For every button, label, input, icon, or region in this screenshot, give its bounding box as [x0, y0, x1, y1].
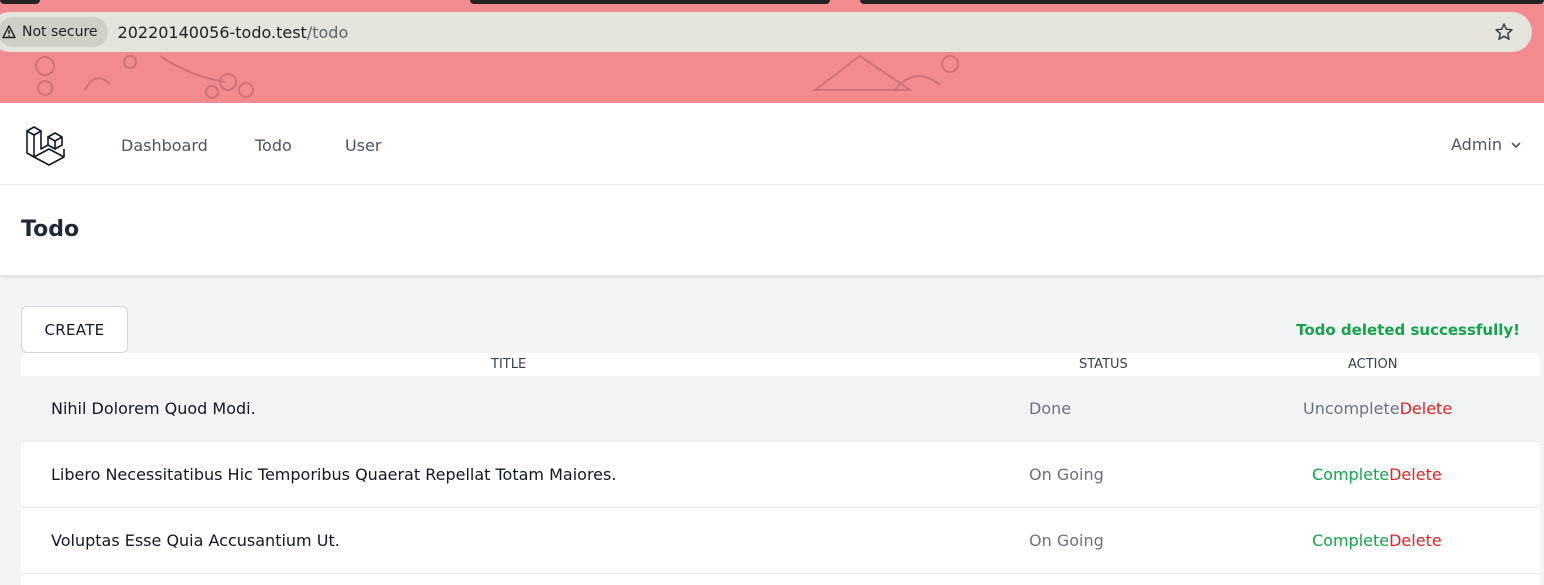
- url-host: 20220140056-todo.test: [117, 22, 307, 42]
- nav-link-dashboard[interactable]: Dashboard: [121, 136, 208, 155]
- address-bar[interactable]: Not secure 20220140056-todo.test/todo: [0, 12, 1532, 52]
- flash-success-message: Todo deleted successfully!: [1296, 321, 1520, 339]
- page-header: Todo: [0, 185, 1544, 276]
- create-button[interactable]: CREATE: [21, 306, 128, 353]
- delete-button[interactable]: Delete: [1400, 399, 1453, 418]
- todo-status: Done: [1029, 399, 1072, 418]
- tab-edge: [860, 0, 1544, 4]
- tab-edge: [470, 0, 830, 4]
- todo-actions: UncompleteDelete: [1303, 399, 1452, 418]
- complete-button[interactable]: Complete: [1312, 531, 1389, 550]
- complete-button[interactable]: Complete: [1312, 465, 1389, 484]
- column-header-title: TITLE: [491, 357, 527, 372]
- chevron-down-icon: [1511, 142, 1521, 148]
- column-header-action: ACTION: [1348, 357, 1398, 372]
- page-title: Todo: [21, 217, 80, 242]
- todo-actions: CompleteDelete: [1312, 531, 1442, 550]
- app-navbar: Dashboard Todo User Admin: [0, 103, 1544, 185]
- delete-button[interactable]: Delete: [1389, 465, 1442, 484]
- theme-decoration: [812, 54, 959, 91]
- tab-edge: [0, 0, 40, 4]
- theme-decoration: [159, 55, 254, 99]
- browser-top-bar: Not secure 20220140056-todo.test/todo: [0, 0, 1544, 103]
- table-row: Nihil Dolorem Quod Modi. Done Uncomplete…: [21, 376, 1540, 442]
- todo-title: Libero Necessitatibus Hic Temporibus Qua…: [51, 465, 617, 484]
- table-header: TITLE STATUS ACTION: [21, 353, 1540, 376]
- todo-actions: CompleteDelete: [1312, 465, 1442, 484]
- todo-status: On Going: [1029, 465, 1104, 484]
- nav-link-todo[interactable]: Todo: [255, 136, 292, 155]
- user-menu-button[interactable]: Admin: [1451, 135, 1522, 154]
- laravel-logo-icon[interactable]: [24, 123, 66, 167]
- warning-triangle-icon: [2, 25, 16, 39]
- user-name: Admin: [1451, 135, 1502, 154]
- url-path: /todo: [306, 22, 349, 42]
- delete-button[interactable]: Delete: [1389, 531, 1442, 550]
- security-chip[interactable]: Not secure: [0, 17, 108, 47]
- todo-title: Voluptas Esse Quia Accusantium Ut.: [51, 531, 340, 550]
- todo-title: Nihil Dolorem Quod Modi.: [51, 399, 256, 418]
- theme-decoration: [35, 55, 137, 96]
- star-icon[interactable]: [1494, 22, 1514, 42]
- column-header-status: STATUS: [1079, 357, 1128, 372]
- todo-table: TITLE STATUS ACTION Nihil Dolorem Quod M…: [21, 353, 1540, 585]
- url-text[interactable]: 20220140056-todo.test/todo: [118, 23, 349, 42]
- table-row: Libero Necessitatibus Hic Temporibus Qua…: [21, 442, 1540, 508]
- nav-link-user[interactable]: User: [345, 136, 381, 155]
- table-row: Voluptas Esse Quia Accusantium Ut. On Go…: [21, 508, 1540, 574]
- security-label: Not secure: [22, 24, 98, 40]
- todo-status: On Going: [1029, 531, 1104, 550]
- uncomplete-button[interactable]: Uncomplete: [1303, 399, 1400, 418]
